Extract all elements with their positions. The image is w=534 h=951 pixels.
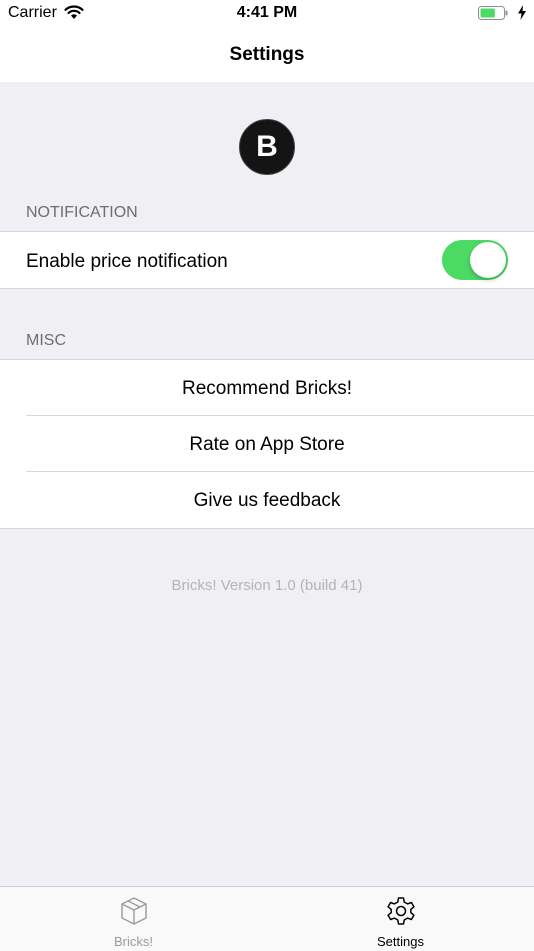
- status-time: 4:41 PM: [236, 4, 298, 21]
- give-feedback-label: Give us feedback: [193, 490, 341, 511]
- tab-bricks-label: Bricks!: [114, 934, 153, 949]
- section-header-notification: NOTIFICATION: [26, 204, 138, 221]
- app-logo: B: [239, 119, 295, 175]
- navigation-bar: Settings: [0, 28, 534, 82]
- page-title: Settings: [229, 44, 305, 65]
- give-feedback-button[interactable]: Give us feedback: [0, 472, 534, 528]
- battery-icon: [478, 6, 508, 20]
- charging-icon: [518, 5, 526, 20]
- tab-bricks[interactable]: Bricks!: [0, 887, 267, 951]
- tab-settings-label: Settings: [377, 934, 424, 949]
- price-notification-label: Enable price notification: [26, 251, 228, 272]
- toggle-knob: [470, 242, 506, 278]
- version-label: Bricks! Version 1.0 (build 41): [171, 577, 363, 594]
- misc-group: Recommend Bricks! Rate on App Store Give…: [0, 359, 534, 529]
- app-logo-letter: B: [256, 130, 278, 163]
- status-bar: Carrier 4:41 PM: [0, 0, 534, 28]
- notification-group: Enable price notification: [0, 231, 534, 289]
- price-notification-cell: Enable price notification: [0, 232, 534, 288]
- tab-bar: Bricks! Settings: [0, 886, 534, 951]
- section-header-misc: MISC: [26, 332, 66, 349]
- rate-app-store-label: Rate on App Store: [189, 434, 345, 455]
- gear-icon: [387, 897, 415, 925]
- price-notification-toggle[interactable]: [442, 240, 508, 280]
- cube-icon: [121, 897, 147, 925]
- recommend-bricks-label: Recommend Bricks!: [182, 378, 352, 399]
- rate-app-store-button[interactable]: Rate on App Store: [0, 416, 534, 472]
- recommend-bricks-button[interactable]: Recommend Bricks!: [0, 360, 534, 416]
- tab-settings[interactable]: Settings: [267, 887, 534, 951]
